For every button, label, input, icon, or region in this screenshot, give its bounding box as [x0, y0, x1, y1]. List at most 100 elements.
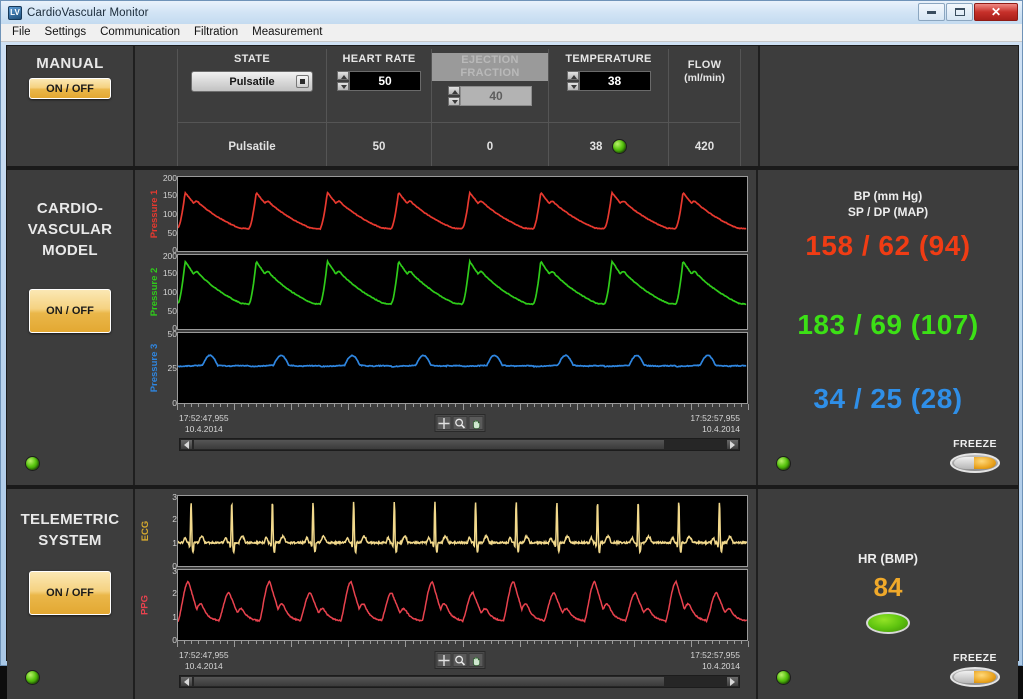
cardio-title-line3: MODEL [7, 240, 133, 261]
cardio-scroll-thumb[interactable] [193, 439, 665, 450]
control-strip: STATE Pulsatile HEART RATE 50 EJECTION F… [135, 46, 741, 122]
cardio-status-led [25, 456, 40, 471]
cardio-time-start: 17:52:47,955 10.4.2014 [179, 413, 229, 435]
cardio-graph-palette[interactable] [434, 414, 485, 432]
heart-rate-increment-icon[interactable] [337, 71, 349, 80]
temperature-label: TEMPERATURE [565, 53, 651, 66]
ppg-plot[interactable] [177, 569, 748, 641]
telemetric-end-time: 17:52:57,955 [690, 650, 740, 661]
pressure-1-plot[interactable] [177, 176, 748, 252]
telemetric-start-date: 10.4.2014 [179, 661, 229, 672]
telemetric-time-start: 17:52:47,955 10.4.2014 [179, 650, 229, 672]
heart-rate-input[interactable]: 50 [349, 71, 421, 91]
minimize-icon [927, 11, 936, 14]
telemetric-onoff-button[interactable]: ON / OFF [29, 571, 111, 615]
telemetric-start-time: 17:52:47,955 [179, 650, 229, 661]
temperature-control: TEMPERATURE 38 [549, 49, 669, 122]
chart-pressure-3: Pressure 3 50 25 0 [139, 332, 748, 404]
heart-rate-decrement-icon[interactable] [337, 82, 349, 91]
ejection-fraction-spin-buttons [448, 86, 460, 106]
scroll-left-icon[interactable] [180, 439, 193, 450]
scroll-left-icon[interactable] [180, 676, 193, 687]
cardio-scrollbar[interactable] [179, 438, 740, 451]
telemetric-graph-palette[interactable] [434, 651, 485, 669]
cardio-freeze-toggle[interactable] [950, 453, 1000, 473]
maximize-button[interactable] [946, 3, 973, 21]
cardio-freeze-control[interactable]: FREEZE [950, 438, 1000, 473]
ecg-plot[interactable] [177, 495, 748, 567]
state-dropdown[interactable]: Pulsatile [191, 71, 313, 92]
tick: 200 [163, 251, 177, 261]
telemetric-status-led [25, 670, 40, 685]
temperature-status-led [612, 139, 627, 154]
state-label: STATE [234, 53, 270, 66]
menu-item-measurement[interactable]: Measurement [245, 24, 329, 41]
menu-item-filtration[interactable]: Filtration [187, 24, 245, 41]
app-icon: LV [8, 6, 22, 20]
scroll-right-icon[interactable] [726, 676, 739, 687]
minimize-button[interactable] [918, 3, 945, 21]
zoom-tool[interactable] [452, 416, 467, 430]
temperature-spin-buttons[interactable] [567, 71, 579, 91]
telemetric-right-status-led [776, 670, 791, 685]
flow-display: FLOW (ml/min) [669, 49, 741, 122]
pan-hand-tool[interactable] [468, 653, 483, 667]
state-control: STATE Pulsatile [177, 49, 327, 122]
readout-temperature-value: 38 [590, 141, 603, 153]
telemetric-charts: ECG 3 2 1 0 PPG 3 2 1 0 17:52:47,955 10.… [135, 489, 756, 688]
ejection-fraction-label: EJECTION FRACTION [432, 53, 548, 81]
telemetric-end-date: 10.4.2014 [690, 661, 740, 672]
zoom-tool[interactable] [452, 653, 467, 667]
telemetric-freeze-control[interactable]: FREEZE [950, 652, 1000, 687]
top-right-filler [758, 46, 1018, 122]
app-window: LV CardioVascular Monitor ✕ File Setting… [0, 0, 1023, 666]
menu-item-file[interactable]: File [5, 24, 38, 41]
cardio-start-time: 17:52:47,955 [179, 413, 229, 424]
telemetric-time-end: 17:52:57,955 10.4.2014 [690, 650, 740, 672]
temperature-decrement-icon[interactable] [567, 82, 579, 91]
telemetric-title-line2: SYSTEM [7, 530, 133, 551]
telemetric-scroll-track[interactable] [193, 676, 726, 687]
pan-hand-tool[interactable] [468, 416, 483, 430]
cardio-title-line2: VASCULAR [7, 219, 133, 240]
pressure-3-yaxis: Pressure 3 50 25 0 [139, 332, 177, 404]
telemetric-scrollbar[interactable] [179, 675, 740, 688]
telemetric-x-ruler [177, 641, 748, 648]
chevron-down-icon[interactable] [296, 75, 309, 88]
cardio-onoff-button[interactable]: ON / OFF [29, 289, 111, 333]
hr-header: HR (BMP) [758, 489, 1018, 566]
heart-rate-label: HEART RATE [342, 53, 415, 66]
telemetric-freeze-toggle[interactable] [950, 667, 1000, 687]
pressure-3-plot[interactable] [177, 332, 748, 404]
temperature-input[interactable]: 38 [579, 71, 651, 91]
temperature-increment-icon[interactable] [567, 71, 579, 80]
readout-ejection-fraction: 0 [432, 122, 549, 170]
heart-rate-stepper[interactable]: 50 [337, 71, 421, 91]
bp-header-line1: BP (mm Hg) [758, 188, 1018, 204]
pressure-2-yaxis: Pressure 2 200 150 100 50 0 [139, 254, 177, 330]
crosshair-cursor-tool[interactable] [436, 416, 451, 430]
hr-value: 84 [758, 572, 1018, 603]
crosshair-cursor-tool[interactable] [436, 653, 451, 667]
menu-item-communication[interactable]: Communication [93, 24, 187, 41]
manual-panel: MANUAL ON / OFF [7, 46, 135, 122]
cardio-scroll-track[interactable] [193, 439, 726, 450]
pressure-2-plot[interactable] [177, 254, 748, 330]
readout-temperature: 38 [549, 122, 669, 170]
pressure-1-yaxis: Pressure 1 200 150 100 50 0 [139, 176, 177, 252]
readout-strip: Pulsatile 50 0 38 420 [135, 122, 741, 170]
control-strip-container: STATE Pulsatile HEART RATE 50 EJECTION F… [135, 46, 758, 122]
ejection-fraction-decrement-icon [448, 97, 460, 106]
cardio-time-strip: 17:52:47,955 10.4.2014 17:52:57,955 10.4… [179, 413, 740, 437]
manual-onoff-button[interactable]: ON / OFF [29, 78, 111, 99]
temperature-stepper[interactable]: 38 [567, 71, 651, 91]
heart-rate-spin-buttons[interactable] [337, 71, 349, 91]
pressure-1-ticks: 200 150 100 50 0 [151, 176, 177, 252]
scroll-right-icon[interactable] [726, 439, 739, 450]
telemetric-scroll-thumb[interactable] [193, 676, 665, 687]
tick: 200 [163, 173, 177, 183]
close-button[interactable]: ✕ [974, 3, 1018, 21]
chart-pressure-1: Pressure 1 200 150 100 50 0 [139, 176, 748, 252]
readout-right-filler [758, 122, 1018, 166]
menu-item-settings[interactable]: Settings [38, 24, 94, 41]
